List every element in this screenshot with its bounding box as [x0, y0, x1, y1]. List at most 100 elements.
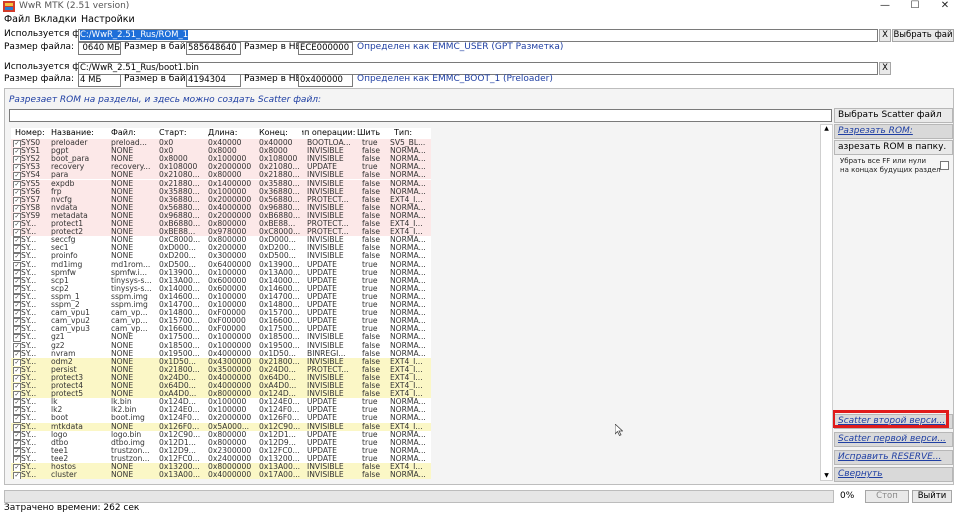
cell-name: recovery [51, 163, 85, 172]
cell-end: 0x21800... [259, 357, 300, 366]
menu-settings[interactable]: Настройки [81, 13, 135, 26]
close-window-button[interactable]: ✕ [930, 0, 960, 14]
table-row[interactable]: ✓ SYS8 nvdata NONE 0x56880... 0x4000000 0x9688… [11, 203, 431, 213]
cell-file: NONE [111, 349, 134, 358]
table-row[interactable]: ✓ SY... proinfo NONE 0xD200... 0x300000 0xD500… [11, 252, 431, 262]
table-row[interactable]: ✓ SY... md1img md1rom... 0xD500... 0x6400000 0… [11, 261, 431, 270]
table-row[interactable]: ✓ SYS2 boot_para NONE 0x8000 0x100000 0x108000… [11, 155, 431, 165]
cell-end: 0x24D0... [259, 365, 296, 374]
table-row[interactable]: ✓ SY... odm2 NONE 0x1D50... 0x4300000 0x21800.… [11, 357, 431, 367]
cell-name: protect2 [51, 228, 84, 237]
cell-operation: UPDATE [307, 414, 337, 423]
table-row[interactable]: ✓ SY... cam_vpu2 cam_vp... 0x15700... 0xF0000… [11, 317, 431, 327]
table-row[interactable]: ✓ SY... cluster NONE 0x13A00... 0x4000000 0x17… [11, 471, 431, 479]
cell-file: cam_vp... [111, 309, 148, 318]
cell-type: NORMA... [390, 292, 426, 301]
menu-tabs[interactable]: Вкладки [34, 13, 77, 26]
menu-file[interactable]: Файл [4, 13, 30, 26]
cell-type: NORMA... [390, 341, 426, 350]
remove-ff-checkbox[interactable] [940, 161, 949, 170]
cut-rom-button[interactable]: Разрезать ROM: [834, 124, 953, 139]
table-row[interactable]: ✓ SYS5 expdb NONE 0x21880... 0x1400000 0x35880… [11, 179, 431, 189]
cell-start: 0x21800... [159, 365, 200, 374]
cell-end: 0x14700... [259, 292, 300, 301]
table-row[interactable]: ✓ SY... sspm_1 sspm.img 0x14600... 0x100000 0x… [11, 292, 431, 302]
scatter-path-input[interactable] [9, 109, 832, 122]
cell-type: NORMA... [390, 155, 426, 164]
table-row[interactable]: ✓ SY... tee2 trustzon... 0x12FC0... 0x2400000… [11, 455, 431, 464]
table-row[interactable]: ✓ SYS1 pgpt NONE 0x0 0x8000 0x8000 INVISIBLE fal… [11, 147, 431, 157]
table-row[interactable]: ✓ SY... cam_vpu1 cam_vp... 0x14800... 0xF0000… [11, 309, 431, 319]
col-header-length[interactable]: Длина: [208, 128, 258, 138]
col-header-operation[interactable]: Тип операции: [302, 128, 356, 138]
col-header-file[interactable]: Файл: [111, 128, 151, 138]
cell-length: 0x100000 [208, 301, 247, 309]
table-row[interactable]: ✓ SY... boot boot.img 0x124F0... 0x2000000 0x1… [11, 414, 431, 424]
cell-start: 0x14700... [159, 301, 200, 309]
table-row[interactable]: ✓ SY... seccfg NONE 0xC8000... 0x800000 0xD000… [11, 236, 431, 246]
cell-flash: false [362, 155, 381, 164]
scatter-v1-button[interactable]: Scatter первой верси... [834, 432, 953, 447]
table-row[interactable]: ✓ SY... spmfw spmfw.i... 0x13900... 0x100000 0… [11, 269, 431, 278]
file1-choose-button[interactable]: Выбрать фай [892, 29, 954, 42]
table-row[interactable]: ✓ SY... scp2 tinysys-s... 0x14000... 0x600000… [11, 285, 431, 294]
table-row[interactable]: ✓ SY... persist NONE 0x21800... 0x3500000 0x24… [11, 365, 431, 375]
collapse-button[interactable]: Свернуть [834, 467, 953, 482]
table-row[interactable]: ✓ SY... protect1 NONE 0xB6880... 0x800000 0xBE… [11, 220, 431, 229]
cell-start: 0x18500... [159, 341, 200, 350]
table-row[interactable]: ✓ SY... protect3 NONE 0x24D0... 0x4000000 0x64… [11, 373, 431, 383]
table-row[interactable]: ✓ SY... sec1 NONE 0xD000... 0x200000 0xD200...… [11, 244, 431, 254]
table-row[interactable]: ✓ SYS6 frp NONE 0x35880... 0x100000 0x36880...… [11, 187, 431, 197]
col-header-flash[interactable]: Шить [357, 128, 383, 138]
col-header-name[interactable]: Название: [51, 128, 103, 138]
maximize-button[interactable]: ☐ [900, 0, 930, 14]
table-row[interactable]: ✓ SYS4 para NONE 0x21080... 0x80000 0x21880...… [11, 171, 431, 181]
cell-operation: UPDATE [307, 309, 337, 318]
table-row[interactable]: ✓ SY... lk lk.bin 0x124D... 0x100000 0x124E0..… [11, 398, 431, 408]
table-row[interactable]: ✓ SY... tee1 trustzon... 0x12D9... 0x2300000 0… [11, 447, 431, 456]
file2-clear-button[interactable]: X [879, 62, 891, 75]
cell-operation: BOOTLOA... [307, 139, 351, 147]
exit-button[interactable]: Выйти [912, 490, 952, 503]
file1-clear-button[interactable]: X [879, 29, 891, 42]
minimize-button[interactable]: — [870, 0, 900, 14]
fix-reserve-button[interactable]: Исправить RESERVE... [834, 450, 953, 465]
cell-number: SY... [21, 382, 37, 390]
cut-rom-folder-button[interactable]: азрезать ROM в папку. [834, 140, 953, 155]
cell-end: 0x1D50... [259, 349, 296, 358]
cell-operation: UPDATE [307, 430, 337, 439]
table-row[interactable]: ✓ SY... protect2 NONE 0xBE88... 0x978000 0xC80… [11, 228, 431, 238]
cell-end: 0x12D9... [259, 438, 296, 447]
table-row[interactable]: ✓ SY... gz1 NONE 0x17500... 0x1000000 0x18500.… [11, 333, 431, 343]
table-row[interactable]: ✓ SYS3 recovery recovery... 0x108000 0x200000… [11, 163, 431, 173]
table-row[interactable]: ✓ SY... nvram NONE 0x19500... 0x4000000 0x1D50… [11, 349, 431, 359]
table-row[interactable]: ✓ SY... protect4 NONE 0x64D0... 0x4000000 0xA4… [11, 382, 431, 391]
col-header-start[interactable]: Старт: [159, 128, 199, 138]
table-row[interactable]: ✓ SYS7 nvcfg NONE 0x36880... 0x2000000 0x56880… [11, 195, 431, 205]
table-row[interactable]: ✓ SY... scp1 tinysys-s... 0x13A00... 0x600000… [11, 277, 431, 286]
cell-end: 0x64D0... [259, 373, 296, 382]
table-row[interactable]: ✓ SY... sspm_2 sspm.img 0x14700... 0x100000 0x… [11, 301, 431, 310]
table-row[interactable]: ✓ SY... dtbo dtbo.img 0x12D1... 0x800000 0x12D… [11, 438, 431, 448]
table-scrollbar[interactable]: ▲ ▼ [820, 124, 833, 481]
col-header-end[interactable]: Конец: [259, 128, 305, 138]
row-checkbox[interactable]: ✓ [13, 472, 21, 479]
cell-file: NONE [111, 244, 134, 253]
table-row[interactable]: ✓ SY... lk2 lk2.bin 0x124E0... 0x100000 0x124F… [11, 406, 431, 416]
table-row[interactable]: ✓ SYS9 metadata NONE 0x96880... 0x2000000 0xB6… [11, 211, 431, 221]
scroll-down-icon[interactable]: ▼ [821, 472, 832, 480]
table-row[interactable]: ✓ SY... protect5 NONE 0xA4D0... 0x8000000 0x12… [11, 390, 431, 400]
table-row[interactable]: ✓ SY... logo logo.bin 0x12C90... 0x800000 0x12… [11, 430, 431, 440]
table-row[interactable]: ✓ SYS0 preloader preload... 0x0 0x40000 0x4000… [11, 139, 431, 148]
scroll-up-icon[interactable]: ▲ [821, 125, 832, 133]
stop-button[interactable]: Стоп [865, 490, 909, 503]
table-row[interactable]: ✓ SY... mtkdata NONE 0x126F0... 0x5A000... 0x1… [11, 422, 431, 432]
choose-scatter-button[interactable]: Выбрать Scatter файл [834, 108, 953, 123]
cell-start: 0x0 [159, 139, 174, 147]
table-row[interactable]: ✓ SY... hostos NONE 0x13200... 0x8000000 0x13A… [11, 463, 431, 472]
cell-end: 0xBE88... [259, 220, 296, 228]
cell-number: SYS1 [21, 147, 41, 156]
table-row[interactable]: ✓ SY... gz2 NONE 0x18500... 0x1000000 0x19500.… [11, 341, 431, 351]
col-header-type[interactable]: Тип: [394, 128, 430, 138]
table-row[interactable]: ✓ SY... cam_vpu3 cam_vp... 0x16600... 0xF0000… [11, 325, 431, 335]
